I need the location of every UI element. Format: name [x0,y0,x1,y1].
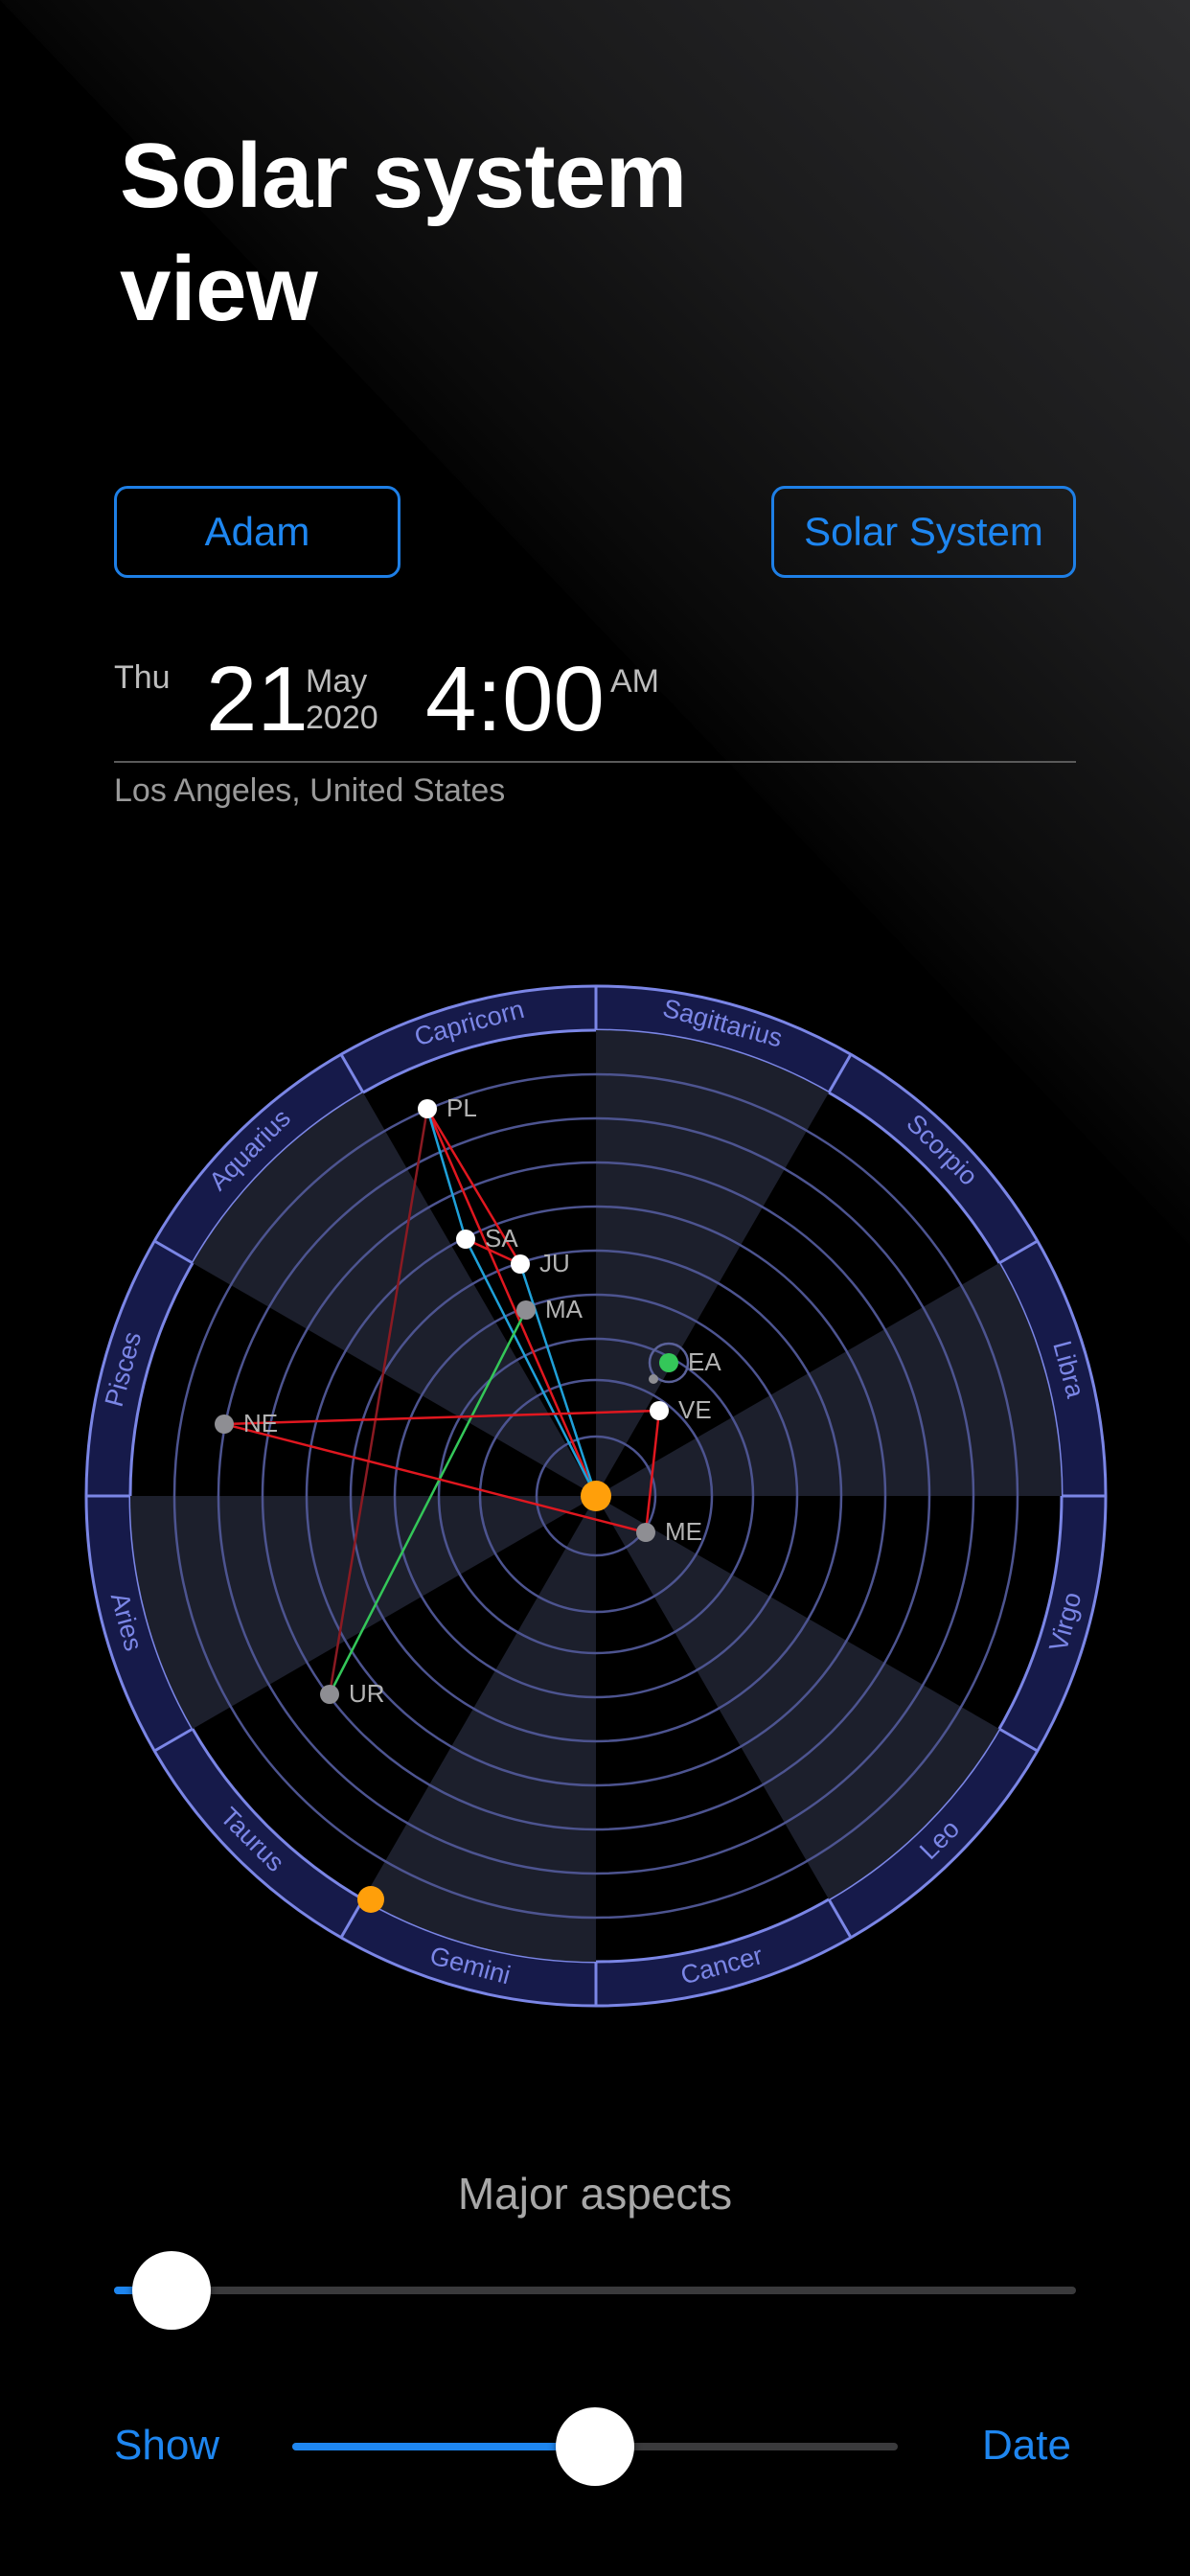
divider [114,761,1076,763]
planet-me [636,1523,655,1542]
date-button[interactable]: Date [982,2422,1071,2470]
planet-ma [516,1300,536,1320]
month-value[interactable]: May [306,663,367,701]
location-label[interactable]: Los Angeles, United States [114,772,505,810]
planet-label-ju: JU [539,1249,570,1277]
planet-label-ma: MA [545,1295,584,1323]
ampm-value[interactable]: AM [610,663,659,701]
page-title: Solar system view [120,120,982,346]
planet-ju [511,1254,530,1274]
year-value[interactable]: 2020 [306,700,378,737]
solar-system-svg[interactable]: Capricorn SagittariusScorpioLibraVirgoLeo… [82,982,1110,2010]
planet-label-ea: EA [688,1347,721,1376]
aspects-label: Major aspects [457,2169,733,2219]
person-select-button[interactable]: Adam [114,486,400,578]
ascendant-marker [357,1886,384,1913]
planet-pl [418,1099,437,1118]
planet-ne [215,1414,234,1434]
planet-label-ve: VE [678,1395,712,1424]
weekday-label: Thu [114,659,171,696]
planet-ve [650,1401,669,1420]
time-value[interactable]: 4:00 [425,652,605,748]
date-time-picker[interactable]: Thu 21 May 2020 4:00 AM [114,652,1076,757]
page-title-line2: view [120,238,318,340]
aspects-slider-thumb[interactable] [132,2251,212,2330]
day-value[interactable]: 21 [206,652,309,748]
sun [581,1481,611,1511]
planet-ea [659,1353,678,1372]
timeline-slider-fill [292,2443,595,2450]
planet-label-sa: SA [485,1224,518,1253]
timeline-slider-thumb[interactable] [556,2407,634,2486]
aspects-slider[interactable] [114,2251,1076,2330]
planet-ur [320,1685,339,1704]
planet-label-ne: NE [243,1409,278,1438]
page-title-line1: Solar system [120,125,687,227]
planet-label-me: ME [665,1517,702,1546]
moon [649,1374,658,1384]
planet-sa [456,1230,475,1249]
view-mode-button[interactable]: Solar System [771,486,1076,578]
planet-label-ur: UR [349,1679,385,1708]
planet-label-pl: PL [446,1093,477,1122]
show-button[interactable]: Show [114,2422,219,2470]
solar-system-chart[interactable]: Capricorn Sagittarius Scorpio Libra Virgo Leo… [82,982,1110,2010]
timeline-slider[interactable] [292,2407,898,2486]
